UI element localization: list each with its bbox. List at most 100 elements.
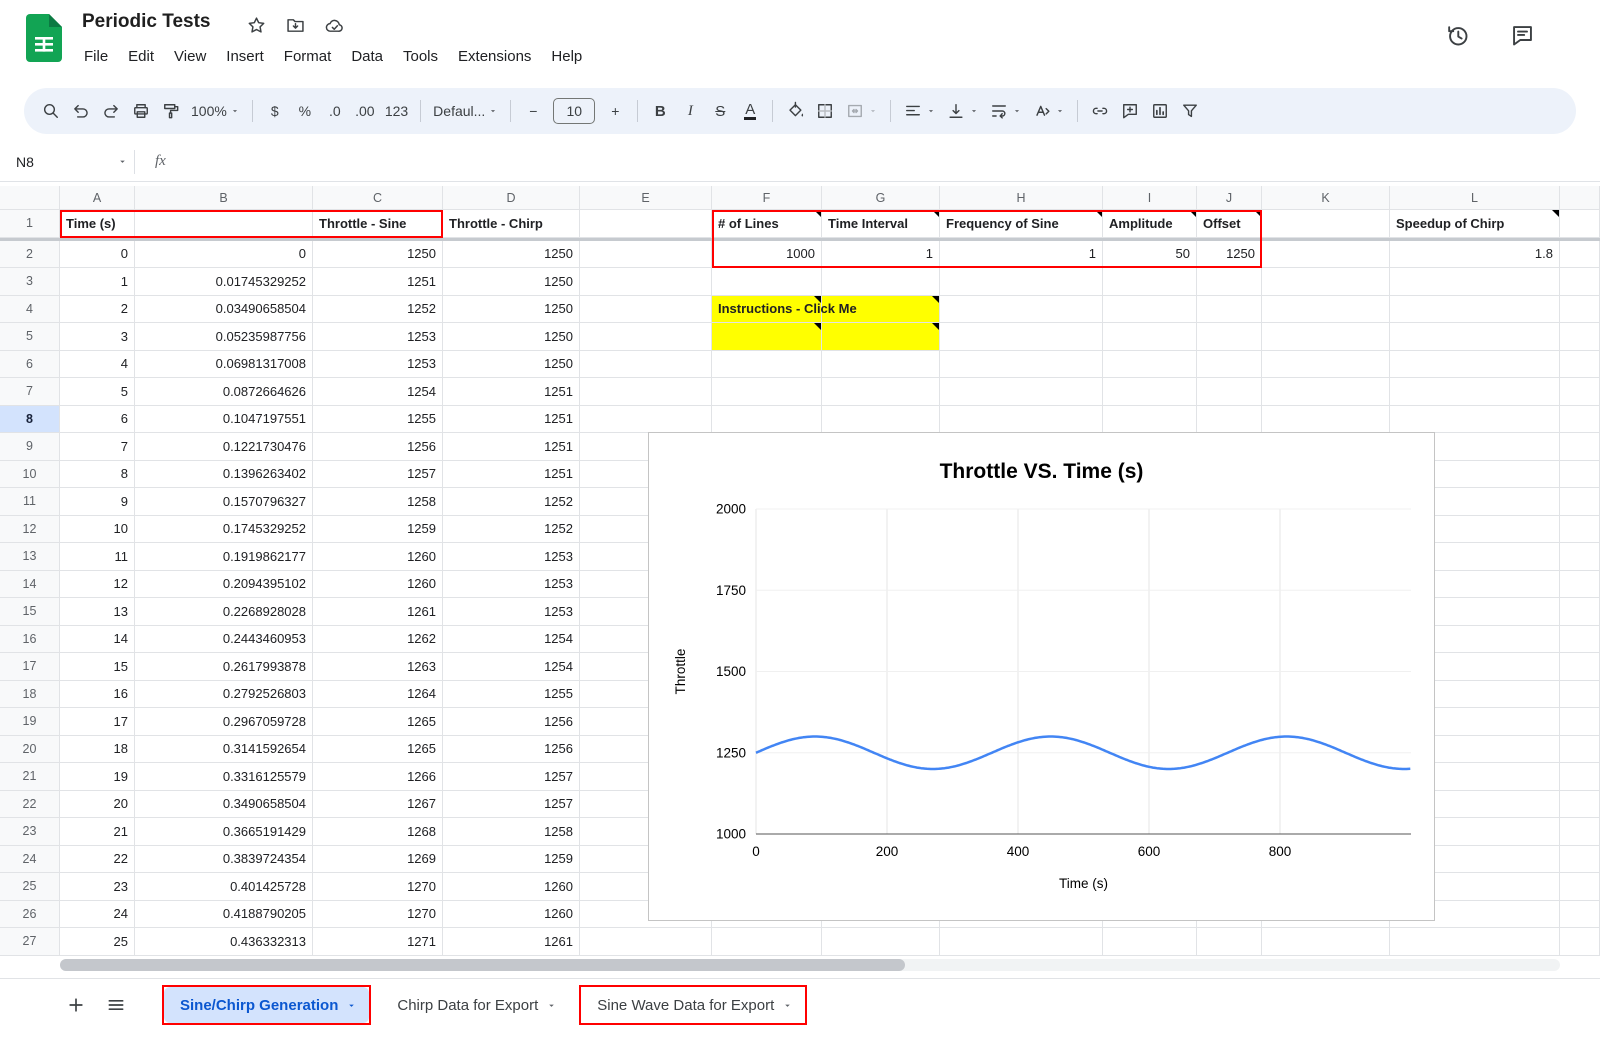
- menu-extensions[interactable]: Extensions: [448, 45, 541, 68]
- column-header-F[interactable]: F: [712, 186, 822, 210]
- cell-A16[interactable]: 14: [60, 626, 135, 654]
- row-header-10[interactable]: 10: [0, 461, 60, 489]
- cell-D21[interactable]: 1257: [443, 763, 580, 791]
- menu-file[interactable]: File: [74, 45, 118, 68]
- cell-H4[interactable]: [940, 296, 1103, 324]
- cell-J5[interactable]: [1197, 323, 1262, 351]
- horizontal-scrollbar-thumb[interactable]: [60, 959, 905, 971]
- cell-C23[interactable]: 1268: [313, 818, 443, 846]
- cell-A6[interactable]: 4: [60, 351, 135, 379]
- cell-C16[interactable]: 1262: [313, 626, 443, 654]
- cell-C18[interactable]: 1264: [313, 681, 443, 709]
- row-header-5[interactable]: 5: [0, 323, 60, 351]
- column-header-H[interactable]: H: [940, 186, 1103, 210]
- all-sheets-button[interactable]: [96, 985, 136, 1025]
- comments-icon[interactable]: [1509, 22, 1536, 49]
- row-header-7[interactable]: 7: [0, 378, 60, 406]
- cell-A12[interactable]: 10: [60, 516, 135, 544]
- menu-tools[interactable]: Tools: [393, 45, 448, 68]
- menu-help[interactable]: Help: [541, 45, 592, 68]
- cell-C2[interactable]: 1250: [313, 241, 443, 269]
- cell-B1[interactable]: [135, 210, 313, 238]
- cell-D12[interactable]: 1252: [443, 516, 580, 544]
- print-button[interactable]: [126, 95, 156, 127]
- cell-C20[interactable]: 1265: [313, 736, 443, 764]
- cell-B14[interactable]: 0.2094395102: [135, 571, 313, 599]
- document-title[interactable]: Periodic Tests: [82, 11, 210, 33]
- row-header-15[interactable]: 15: [0, 598, 60, 626]
- decrease-decimal-places-button[interactable]: .0: [320, 95, 350, 127]
- cell-B19[interactable]: 0.2967059728: [135, 708, 313, 736]
- cell-H7[interactable]: [940, 378, 1103, 406]
- borders-button[interactable]: [810, 95, 840, 127]
- cell-E8[interactable]: [580, 406, 712, 434]
- cell-C14[interactable]: 1260: [313, 571, 443, 599]
- cell-B18[interactable]: 0.2792526803: [135, 681, 313, 709]
- cell-D10[interactable]: 1251: [443, 461, 580, 489]
- cell-D13[interactable]: 1253: [443, 543, 580, 571]
- paint-format-button[interactable]: [156, 95, 186, 127]
- name-box[interactable]: N8: [0, 154, 128, 170]
- cell-C6[interactable]: 1253: [313, 351, 443, 379]
- cell-C17[interactable]: 1263: [313, 653, 443, 681]
- cell-B10[interactable]: 0.1396263402: [135, 461, 313, 489]
- cell-G27[interactable]: [822, 928, 940, 956]
- cell-A18[interactable]: 16: [60, 681, 135, 709]
- fill-color-button[interactable]: [780, 95, 810, 127]
- cell-D15[interactable]: 1253: [443, 598, 580, 626]
- cell-B7[interactable]: 0.0872664626: [135, 378, 313, 406]
- cell-B4[interactable]: 0.03490658504: [135, 296, 313, 324]
- cell-D14[interactable]: 1253: [443, 571, 580, 599]
- row-header-19[interactable]: 19: [0, 708, 60, 736]
- cell-A4[interactable]: 2: [60, 296, 135, 324]
- bold-button[interactable]: B: [645, 95, 675, 127]
- row-header-26[interactable]: 26: [0, 901, 60, 929]
- cell-A3[interactable]: 1: [60, 268, 135, 296]
- vertical-align-button[interactable]: [941, 95, 984, 127]
- cell-F2[interactable]: 1000: [712, 241, 822, 269]
- cell-L7[interactable]: [1390, 378, 1560, 406]
- sheet-tab-sine-wave-data-for-export[interactable]: Sine Wave Data for Export: [581, 987, 805, 1023]
- cell-E27[interactable]: [580, 928, 712, 956]
- menu-format[interactable]: Format: [274, 45, 342, 68]
- cell-D4[interactable]: 1250: [443, 296, 580, 324]
- cell-B24[interactable]: 0.3839724354: [135, 846, 313, 874]
- cell-H1[interactable]: Frequency of Sine: [940, 210, 1103, 238]
- format-as-currency-button[interactable]: $: [260, 95, 290, 127]
- cell-D7[interactable]: 1251: [443, 378, 580, 406]
- row-header-13[interactable]: 13: [0, 543, 60, 571]
- column-header-C[interactable]: C: [313, 186, 443, 210]
- version-history-icon[interactable]: [1444, 22, 1471, 49]
- cell-C24[interactable]: 1269: [313, 846, 443, 874]
- cell-A8[interactable]: 6: [60, 406, 135, 434]
- font-size-button[interactable]: 10: [553, 98, 595, 124]
- column-header-L[interactable]: L: [1390, 186, 1560, 210]
- cell-K8[interactable]: [1262, 406, 1390, 434]
- sheets-logo-icon[interactable]: [26, 14, 62, 62]
- cell-L4[interactable]: [1390, 296, 1560, 324]
- cell-H6[interactable]: [940, 351, 1103, 379]
- cell-C8[interactable]: 1255: [313, 406, 443, 434]
- cell-K3[interactable]: [1262, 268, 1390, 296]
- cell-G5[interactable]: [822, 323, 940, 351]
- cell-B22[interactable]: 0.3490658504: [135, 791, 313, 819]
- cell-J7[interactable]: [1197, 378, 1262, 406]
- cell-K4[interactable]: [1262, 296, 1390, 324]
- cell-I8[interactable]: [1103, 406, 1197, 434]
- cell-E4[interactable]: [580, 296, 712, 324]
- undo-button[interactable]: [66, 95, 96, 127]
- cell-F5[interactable]: [712, 323, 822, 351]
- cell-C19[interactable]: 1265: [313, 708, 443, 736]
- format-as-percent-button[interactable]: %: [290, 95, 320, 127]
- cell-I2[interactable]: 50: [1103, 241, 1197, 269]
- row-header-14[interactable]: 14: [0, 571, 60, 599]
- cell-B17[interactable]: 0.2617993878: [135, 653, 313, 681]
- cell-C1[interactable]: Throttle - Sine: [313, 210, 443, 238]
- zoom-button[interactable]: 100%: [186, 95, 245, 127]
- cell-E6[interactable]: [580, 351, 712, 379]
- cell-A14[interactable]: 12: [60, 571, 135, 599]
- row-header-6[interactable]: 6: [0, 351, 60, 379]
- cell-A26[interactable]: 24: [60, 901, 135, 929]
- cell-D8[interactable]: 1251: [443, 406, 580, 434]
- cell-D5[interactable]: 1250: [443, 323, 580, 351]
